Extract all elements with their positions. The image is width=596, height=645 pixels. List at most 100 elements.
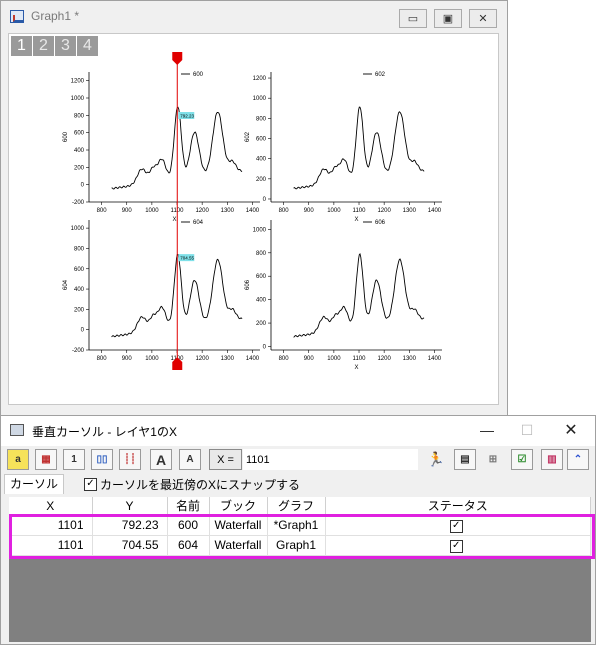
x-tick-label: 1400 [428,356,442,362]
y-tick-label: 800 [256,251,267,257]
legend-label: 602 [375,72,386,78]
x-tick-label: 1400 [246,356,260,362]
dashed-cursor-icon[interactable]: ┊┊ [119,449,141,470]
new-book-icon[interactable]: ▦ [35,449,57,470]
spectrum-line-606 [293,252,425,338]
cell-book[interactable]: Waterfall [209,515,268,536]
y-axis-label: 600 [63,131,69,142]
column-header-status[interactable]: ステータス [325,497,591,516]
pair-cursor-icon[interactable]: ▯▯ [91,449,113,470]
snap-checkbox[interactable]: ✓ [84,477,97,491]
y-tick-label: 800 [256,116,267,122]
chart-panel-bottom-right: 800 900 1000 1100 1200 1300 140002004006008001… [245,220,442,371]
cursor-maximize-button[interactable]: ☐ [509,420,545,440]
cell-graph[interactable]: Graph1 [267,535,326,556]
graph-window-icon [10,10,24,23]
cell-x[interactable]: 1101 [9,535,93,556]
cell-book[interactable]: Waterfall [209,535,268,556]
x-equals-label: X = [209,449,242,470]
cell-y[interactable]: 792.23 [92,515,168,536]
cursor-close-button[interactable]: ✕ [553,420,589,440]
vertical-cursor-window: 垂直カーソル - レイヤ1のX — ☐ ✕ a ▦ 1 ▯▯ ┊┊ A A X … [0,415,596,645]
cell-x[interactable]: 1101 [9,515,93,536]
graph-page[interactable]: 1 2 3 4 80090010001100120013001400-20002… [8,33,499,405]
y-tick-label: 1000 [253,96,267,102]
y-tick-label: 400 [256,157,267,163]
y-tick-label: 600 [256,137,267,143]
y-tick-label: 1000 [71,96,85,102]
cell-y[interactable]: 704.55 [92,535,168,556]
font-decrease-icon[interactable]: A [179,449,201,470]
x-tick-label: 900 [122,208,133,214]
x-tick-label: 900 [304,356,315,362]
column-header-graph[interactable]: グラフ [267,497,326,516]
x-tick-label: 1200 [377,208,391,214]
x-tick-label: 1100 [353,356,367,362]
y-tick-label: 1200 [253,76,267,82]
y-axis-label: 602 [245,131,251,142]
label-tool-icon[interactable]: a [7,449,29,470]
legend-label: 606 [375,220,386,226]
table-view-icon[interactable]: ▤ [454,449,476,470]
y-tick-label: -200 [72,200,85,206]
y-tick-label: 600 [256,274,267,280]
cursor-value-label: 704.55 [180,256,194,261]
x-tick-label: 1200 [195,208,209,214]
cursor-window-icon [10,424,24,436]
cell-graph[interactable]: *Graph1 [267,515,326,536]
font-increase-icon[interactable]: A [150,449,172,470]
graph-maximize-button[interactable]: ▣ [434,9,462,28]
y-tick-label: 200 [256,321,267,327]
graph-minimize-button[interactable]: ▭ [399,9,427,28]
graph-close-button[interactable]: ✕ [469,9,497,28]
x-tick-label: 1300 [221,208,235,214]
legend-label: 600 [193,72,204,78]
graph-title-bar[interactable]: Graph1 * ▭ ▣ ✕ [1,1,507,33]
cursor-window-title: 垂直カーソル - レイヤ1のX [32,425,177,439]
cursor-data-table: X Y 名前 ブック グラフ ステータス 1101 792.23 600 Wat… [9,497,591,556]
add-column-icon[interactable]: ⊞ [482,449,504,470]
x-tick-label: 800 [97,356,108,362]
run-icon[interactable]: 🏃 [425,449,447,470]
cell-name[interactable]: 600 [167,515,210,536]
status-checkbox[interactable]: ✓ [449,539,463,553]
y-tick-label: 400 [74,148,85,154]
column-header-book[interactable]: ブック [209,497,268,516]
x-value-input[interactable] [243,449,418,470]
x-tick-label: 800 [279,356,290,362]
x-tick-label: 1400 [428,208,442,214]
graph-plot-area[interactable]: 800 900 1000 1100 1200 1300 1400 -200 0 200 400 600… [9,34,500,406]
tab-cursor[interactable]: カーソル [4,474,65,494]
table-row[interactable]: 1101 792.23 600 Waterfall *Graph1 ✓ [9,515,591,536]
chart-panel-bottom-left: 80090010001100120013001400-2000200400600… [63,220,260,371]
y-tick-label: 0 [263,197,267,203]
y-tick-label: 800 [74,246,85,252]
y-tick-label: 400 [74,287,85,293]
x-tick-label: 1400 [246,208,260,214]
chart-panel-top-right: 800 900 1000 1100 1200 1300 140002004006008001… [245,72,442,223]
y-tick-label: 400 [256,298,267,304]
snap-checkbox-row[interactable]: ✓ カーソルを最近傍のXにスナップする [84,475,300,493]
column-header-x[interactable]: X [9,497,93,516]
table-row[interactable]: 1101 704.55 604 Waterfall Graph1 ✓ [9,535,591,556]
cell-status[interactable]: ✓ [325,535,591,556]
y-axis-label: 606 [245,279,251,290]
cursor-title-bar[interactable]: 垂直カーソル - レイヤ1のX — ☐ ✕ [1,416,595,446]
y-tick-label: -200 [72,348,85,354]
x-tick-label: 1100 [353,208,367,214]
cursor-minimize-button[interactable]: — [469,420,505,440]
cell-status[interactable]: ✓ [325,515,591,536]
graph-window: Graph1 * ▭ ▣ ✕ 1 2 3 4 80090010001100120… [0,0,508,416]
cell-name[interactable]: 604 [167,535,210,556]
collapse-icon[interactable]: ⌃ [567,449,589,470]
legend-label: 604 [193,220,204,226]
settings-icon[interactable]: ▥ [541,449,563,470]
status-checkbox[interactable]: ✓ [449,519,463,533]
column-header-name[interactable]: 名前 [167,497,210,516]
x-tick-label: 1200 [377,356,391,362]
single-cursor-icon[interactable]: 1 [63,449,85,470]
column-header-y[interactable]: Y [92,497,168,516]
x-tick-label: 1300 [221,356,235,362]
cursor-data-area: X Y 名前 ブック グラフ ステータス 1101 792.23 600 Wat… [9,497,591,642]
report-icon[interactable]: ☑ [511,449,533,470]
